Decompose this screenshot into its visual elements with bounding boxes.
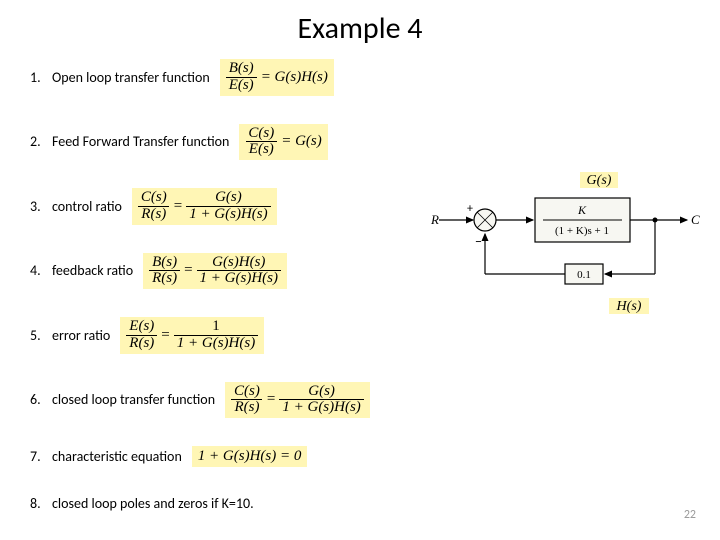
formula: C(s)R(s) = G(s)1 + G(s)H(s): [132, 188, 277, 225]
label: closed loop transfer function: [52, 391, 215, 408]
output-label: C: [691, 212, 700, 227]
minus-sign: −: [475, 233, 482, 250]
g-numerator: K: [577, 203, 587, 217]
h-value: 0.1: [577, 269, 591, 281]
input-label: R: [430, 212, 439, 227]
page-title: Example 4: [30, 10, 690, 47]
g-denominator: (1 + K)s + 1: [555, 225, 609, 237]
label: feedback ratio: [52, 262, 133, 279]
formula: C(s)R(s) = G(s)1 + G(s)H(s): [225, 382, 370, 419]
item-closed-loop-tf: closed loop transfer function C(s)R(s) =…: [30, 382, 690, 419]
label: error ratio: [52, 327, 110, 344]
h-label: H(s): [616, 299, 642, 314]
formula: C(s)E(s) = G(s): [239, 124, 327, 161]
label: closed loop poles and zeros if K=10.: [52, 495, 254, 512]
item-open-loop: Open loop transfer function B(s)E(s) = G…: [30, 59, 690, 96]
item-closed-loop-poles: closed loop poles and zeros if K=10.: [30, 495, 690, 512]
formula: B(s)E(s) = G(s)H(s): [220, 59, 334, 96]
label: Open loop transfer function: [52, 69, 210, 86]
block-diagram: G(s) H(s) R + − K (1 + K)s + 1 C 0.1: [425, 170, 700, 320]
label: Feed Forward Transfer function: [52, 133, 229, 150]
formula: B(s)R(s) = G(s)H(s)1 + G(s)H(s): [143, 253, 287, 290]
plus-sign: +: [467, 202, 473, 216]
label: characteristic equation: [52, 448, 182, 465]
formula: E(s)R(s) = 11 + G(s)H(s): [120, 317, 264, 354]
item-feed-forward: Feed Forward Transfer function C(s)E(s) …: [30, 124, 690, 161]
g-label: G(s): [587, 173, 612, 188]
formula: 1 + G(s)H(s) = 0: [192, 446, 308, 467]
label: control ratio: [52, 198, 122, 215]
page-number: 22: [684, 508, 696, 522]
item-characteristic-eq: characteristic equation 1 + G(s)H(s) = 0: [30, 446, 690, 467]
item-error-ratio: error ratio E(s)R(s) = 11 + G(s)H(s): [30, 317, 690, 354]
